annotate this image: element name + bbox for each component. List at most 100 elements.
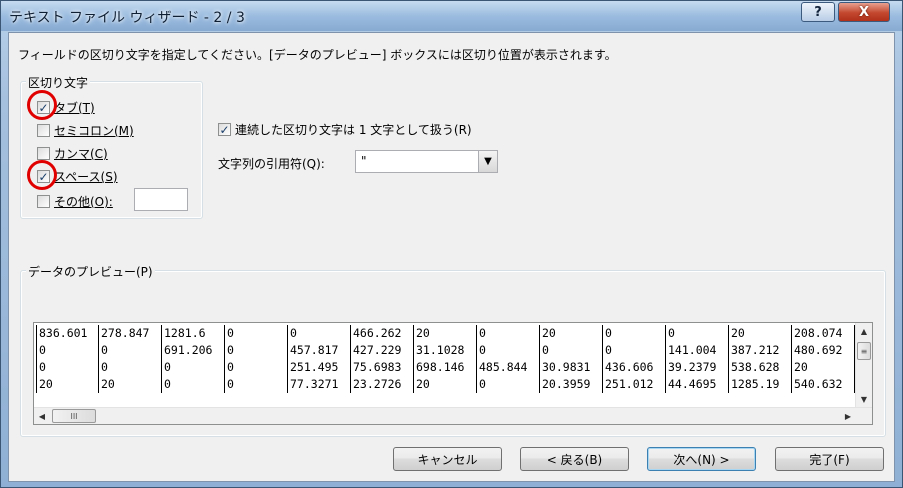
instruction-text: フィールドの区切り文字を指定してください。[データのプレビュー] ボックスには区…	[18, 48, 617, 62]
wizard-window: テキスト ファイル ウィザード - 2 / 3 ? X フィールドの区切り文字を…	[0, 0, 903, 488]
semicolon-checkbox-label: セミコロン(M)	[54, 124, 134, 138]
scroll-up-icon[interactable]: ▲	[856, 323, 872, 339]
comma-checkbox[interactable]: カンマ(C)	[37, 145, 108, 162]
preview-cell: 0	[225, 359, 288, 376]
preview-cell: 457.817	[288, 342, 351, 359]
preview-cell: 278.847	[99, 325, 162, 342]
help-icon: ?	[814, 4, 822, 20]
preview-cell: 0	[603, 342, 666, 359]
cancel-button[interactable]: キャンセル	[393, 447, 502, 471]
preview-cell: 141.004	[666, 342, 729, 359]
preview-cell: 387.212	[729, 342, 792, 359]
preview-row: 0 0 0 0 251.495 75.6983 698.146 485.844 30.9831 4…	[36, 359, 865, 376]
preview-cell: 251.495	[288, 359, 351, 376]
scroll-down-icon[interactable]: ▼	[856, 391, 872, 407]
comma-checkbox-label: カンマ(C)	[54, 147, 108, 161]
preview-cell: 0	[666, 325, 729, 342]
back-button-label: < 戻る(B)	[546, 452, 603, 467]
text-qualifier-value: "	[361, 154, 367, 168]
preview-cell: 480.692	[792, 342, 855, 359]
preview-cell: 20.3959	[540, 376, 603, 393]
preview-cell: 427.229	[351, 342, 414, 359]
preview-cell: 75.6983	[351, 359, 414, 376]
preview-cell: 44.4695	[666, 376, 729, 393]
scroll-left-icon[interactable]: ◀	[34, 408, 50, 424]
preview-cell: 0	[162, 359, 225, 376]
preview-cell: 20	[414, 376, 477, 393]
preview-cell: 1281.6	[162, 325, 225, 342]
preview-cell: 20	[540, 325, 603, 342]
preview-cell: 0	[225, 342, 288, 359]
preview-cell: 436.606	[603, 359, 666, 376]
finish-button[interactable]: 完了(F)	[775, 447, 884, 471]
preview-cell: 0	[162, 376, 225, 393]
next-button[interactable]: 次へ(N) >	[647, 447, 756, 471]
preview-cell: 691.206	[162, 342, 225, 359]
preview-grid: 836.601 278.847 1281.6 0 0 466.262 20 0 20 0 0 20 20…	[36, 325, 865, 393]
preview-row: 20 20 0 0 77.3271 23.2726 20 0 20.3959 251.012 44.…	[36, 376, 865, 393]
preview-cell: 540.632	[792, 376, 855, 393]
preview-row: 836.601 278.847 1281.6 0 0 466.262 20 0 20 0 0 20 20…	[36, 325, 865, 342]
preview-cell: 208.074	[792, 325, 855, 342]
highlight-ring-tab	[27, 90, 57, 120]
help-button[interactable]: ?	[801, 2, 835, 22]
preview-cell: 30.9831	[540, 359, 603, 376]
preview-cell: 0	[99, 359, 162, 376]
consecutive-delimiter-checkbox[interactable]: ✓ 連続した区切り文字は 1 文字として扱う(R)	[218, 121, 472, 138]
vertical-scrollbar[interactable]: ▲ ≡ ▼	[855, 323, 872, 409]
preview-cell: 538.628	[729, 359, 792, 376]
other-delimiter-input[interactable]	[134, 188, 188, 211]
preview-cell: 20	[729, 325, 792, 342]
preview-cell: 0	[225, 376, 288, 393]
preview-cell: 0	[603, 325, 666, 342]
highlight-ring-space	[27, 160, 57, 190]
text-qualifier-select[interactable]: " ▼	[355, 150, 498, 173]
horizontal-scroll-thumb[interactable]: III	[52, 409, 96, 423]
preview-cell: 0	[36, 359, 99, 376]
preview-cell: 698.146	[414, 359, 477, 376]
preview-cell: 39.2379	[666, 359, 729, 376]
checkmark-icon: ✓	[218, 122, 231, 137]
preview-cell: 0	[540, 342, 603, 359]
preview-cell: 251.012	[603, 376, 666, 393]
preview-cell: 485.844	[477, 359, 540, 376]
finish-button-label: 完了(F)	[809, 452, 850, 467]
vertical-scroll-thumb[interactable]: ≡	[857, 342, 871, 360]
preview-cell: 0	[477, 342, 540, 359]
preview-cell: 77.3271	[288, 376, 351, 393]
preview-cell: 23.2726	[351, 376, 414, 393]
consecutive-delimiter-label: 連続した区切り文字は 1 文字として扱う(R)	[235, 123, 472, 137]
cancel-button-label: キャンセル	[417, 452, 478, 467]
horizontal-scrollbar[interactable]: ◀ III ▶	[34, 407, 872, 424]
preview-cell: 20	[99, 376, 162, 393]
scroll-right-icon[interactable]: ▶	[840, 408, 856, 424]
preview-cell: 466.262	[351, 325, 414, 342]
other-checkbox-label: その他(O):	[54, 195, 113, 209]
title-bar[interactable]: テキスト ファイル ウィザード - 2 / 3 ? X	[1, 1, 902, 31]
other-checkbox[interactable]: その他(O):	[37, 193, 113, 210]
back-button[interactable]: < 戻る(B)	[520, 447, 629, 471]
delimiters-group-title: 区切り文字	[26, 74, 91, 91]
preview-cell: 20	[36, 376, 99, 393]
semicolon-checkbox[interactable]: セミコロン(M)	[37, 122, 134, 139]
preview-cell: 20	[414, 325, 477, 342]
space-checkbox-label: スペース(S)	[54, 170, 118, 184]
preview-cell: 31.1028	[414, 342, 477, 359]
preview-group-title: データのプレビュー(P)	[26, 263, 155, 280]
preview-cell: 20	[792, 359, 855, 376]
preview-cell: 0	[288, 325, 351, 342]
preview-cell: 0	[36, 342, 99, 359]
preview-cell: 836.601	[36, 325, 99, 342]
tab-checkbox-label: タブ(T)	[54, 101, 95, 115]
preview-cell: 0	[225, 325, 288, 342]
data-preview[interactable]: 836.601 278.847 1281.6 0 0 466.262 20 0 20 0 0 20 20…	[33, 322, 873, 425]
scroll-grip-icon: III	[70, 411, 78, 421]
preview-cell: 0	[477, 325, 540, 342]
chevron-down-icon[interactable]: ▼	[478, 151, 497, 172]
close-button[interactable]: X	[838, 2, 890, 22]
next-button-label: 次へ(N) >	[673, 452, 730, 467]
close-icon: X	[858, 4, 870, 20]
preview-cell: 0	[99, 342, 162, 359]
preview-row: 0 0 691.206 0 457.817 427.229 31.1028 0 0 0 141.00…	[36, 342, 865, 359]
preview-cell: 0	[477, 376, 540, 393]
